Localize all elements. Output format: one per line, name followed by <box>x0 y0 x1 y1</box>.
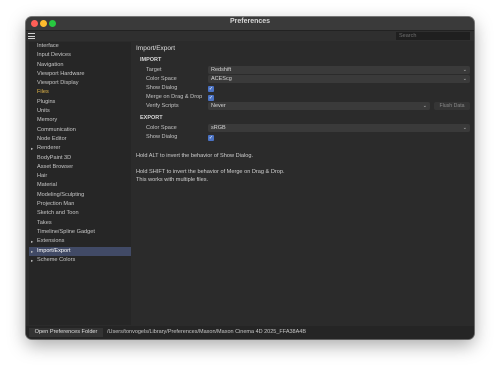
sidebar-item-label: Interface <box>37 43 59 49</box>
verify-scripts-value: Never <box>211 103 226 109</box>
import-section-header: IMPORT <box>140 57 162 63</box>
sidebar-item[interactable]: Communication <box>29 126 131 135</box>
verify-scripts-dropdown[interactable]: Never ⌄ <box>208 102 430 110</box>
sidebar-item[interactable]: Units <box>29 107 131 116</box>
export-color-space-dropdown[interactable]: sRGB ⌄ <box>208 124 470 132</box>
export-show-dialog-label: Show Dialog <box>146 134 178 140</box>
sidebar-item[interactable]: Projection Man <box>29 200 131 209</box>
sidebar-item[interactable]: Input Devices <box>29 51 131 60</box>
merge-drag-drop-checkbox[interactable]: ✓ <box>208 95 214 101</box>
import-target-label: Target <box>146 67 162 73</box>
preferences-path: /Users/tonvogels/Library/Preferences/Max… <box>107 329 307 335</box>
sidebar-item-label: Renderer <box>37 145 61 152</box>
import-color-space-dropdown[interactable]: ACEScg ⌄ <box>208 75 470 83</box>
toolbar <box>26 31 474 41</box>
sidebar-item-label: Navigation <box>37 61 64 68</box>
sidebar-item[interactable]: Memory <box>29 116 131 125</box>
preferences-window: Preferences Interface Input Devices Naviga… <box>26 17 474 339</box>
sidebar-item-label: Projection Man <box>37 201 75 208</box>
sidebar-item-label: Sketch and Toon <box>37 210 79 217</box>
flush-data-button[interactable]: Flush Data <box>434 102 470 110</box>
menu-icon[interactable] <box>28 33 35 39</box>
sidebar-item-label: Input Devices <box>37 52 71 59</box>
sidebar-item-label: Timeline/Spline Gadget <box>37 228 95 235</box>
import-target-value: Redshift <box>211 67 232 73</box>
sidebar-item-label: Files <box>37 89 49 96</box>
chevron-right-icon[interactable]: ▸ <box>31 237 33 246</box>
sidebar-item[interactable]: Modeling/Sculpting <box>29 191 131 200</box>
export-color-space-value: sRGB <box>211 125 226 131</box>
chevron-right-icon[interactable]: ▸ <box>31 256 33 265</box>
sidebar-item[interactable]: Plugins <box>29 98 131 107</box>
sidebar-item[interactable]: Files <box>29 88 131 97</box>
sidebar-item-label: Memory <box>37 117 58 124</box>
verify-scripts-label: Verify Scripts <box>146 103 179 109</box>
content-panel: Import/Export IMPORT Target Redshift ⌄ C… <box>133 42 474 325</box>
chevron-down-icon: ⌄ <box>462 67 467 73</box>
sidebar-item[interactable]: ▸ Import/Export <box>29 246 131 256</box>
sidebar-item[interactable]: Navigation <box>29 61 131 70</box>
chevron-right-icon[interactable]: ▸ <box>31 247 33 256</box>
sidebar-item[interactable]: Viewport Display <box>29 79 131 88</box>
sidebar-item-label: Modeling/Sculpting <box>37 191 85 198</box>
sidebar-item[interactable]: ▸ Renderer <box>29 144 131 153</box>
window-title: Preferences <box>229 18 271 25</box>
sidebar-item[interactable]: Sketch and Toon <box>29 209 131 218</box>
merge-drag-drop-label: Merge on Drag & Drop <box>146 94 203 100</box>
sidebar-item[interactable]: Material <box>29 181 131 190</box>
note-shift: Hold SHIFT to invert the behavior of Mer… <box>136 169 285 175</box>
sidebar-item-label: Plugins <box>37 98 56 105</box>
note-alt: Hold ALT to invert the behavior of Show … <box>136 153 254 159</box>
chevron-down-icon: ⌄ <box>422 103 427 109</box>
footer: Open Preferences Folder /Users/tonvogels… <box>26 326 474 339</box>
import-show-dialog-checkbox[interactable]: ✓ <box>208 86 214 92</box>
import-show-dialog-label: Show Dialog <box>146 85 178 91</box>
sidebar-item-label: Import/Export <box>37 247 71 254</box>
sidebar-item[interactable]: ▸ Scheme Colors <box>29 256 131 265</box>
sidebar-item-label: Extensions <box>37 238 65 245</box>
sidebar-item-label: Material <box>37 182 57 189</box>
sidebar-item[interactable]: Interface <box>29 42 131 51</box>
sidebar-item-label: Scheme Colors <box>37 256 76 263</box>
title-bar: Preferences <box>26 17 474 31</box>
sidebar-item-label: Viewport Hardware <box>37 70 85 77</box>
sidebar-item-label: Hair <box>37 173 48 180</box>
chevron-right-icon[interactable]: ▸ <box>31 144 33 153</box>
sidebar-item-label: Units <box>37 108 50 115</box>
search-input[interactable] <box>396 32 470 40</box>
export-color-space-label: Color Space <box>146 125 177 131</box>
sidebar-item[interactable]: Timeline/Spline Gadget <box>29 228 131 237</box>
sidebar-item[interactable]: Takes <box>29 219 131 228</box>
sidebar-item-label: BodyPaint 3D <box>37 154 72 161</box>
sidebar-item[interactable]: BodyPaint 3D <box>29 154 131 163</box>
sidebar-item-label: Viewport Display <box>37 80 79 87</box>
page-title: Import/Export <box>136 45 176 52</box>
chevron-down-icon: ⌄ <box>462 125 467 131</box>
chevron-down-icon: ⌄ <box>462 76 467 82</box>
import-color-space-label: Color Space <box>146 76 177 82</box>
sidebar-item[interactable]: Viewport Hardware <box>29 70 131 79</box>
sidebar: Interface Input Devices Navigation Viewport… <box>29 42 131 325</box>
import-color-space-value: ACEScg <box>211 76 232 82</box>
note-multiple-files: This works with multiple files. <box>136 177 209 183</box>
export-section-header: EXPORT <box>140 115 163 121</box>
sidebar-item[interactable]: Hair <box>29 172 131 181</box>
export-show-dialog-checkbox[interactable]: ✓ <box>208 135 214 141</box>
sidebar-item-label: Communication <box>37 126 76 133</box>
sidebar-item[interactable]: Node Editor <box>29 135 131 144</box>
sidebar-item-label: Takes <box>37 219 52 226</box>
sidebar-item[interactable]: Asset Browser <box>29 163 131 172</box>
import-target-dropdown[interactable]: Redshift ⌄ <box>208 66 470 74</box>
sidebar-item[interactable]: ▸ Extensions <box>29 237 131 246</box>
open-preferences-folder-button[interactable]: Open Preferences Folder <box>29 328 103 337</box>
sidebar-item-label: Asset Browser <box>37 163 74 170</box>
sidebar-item-label: Node Editor <box>37 135 67 142</box>
